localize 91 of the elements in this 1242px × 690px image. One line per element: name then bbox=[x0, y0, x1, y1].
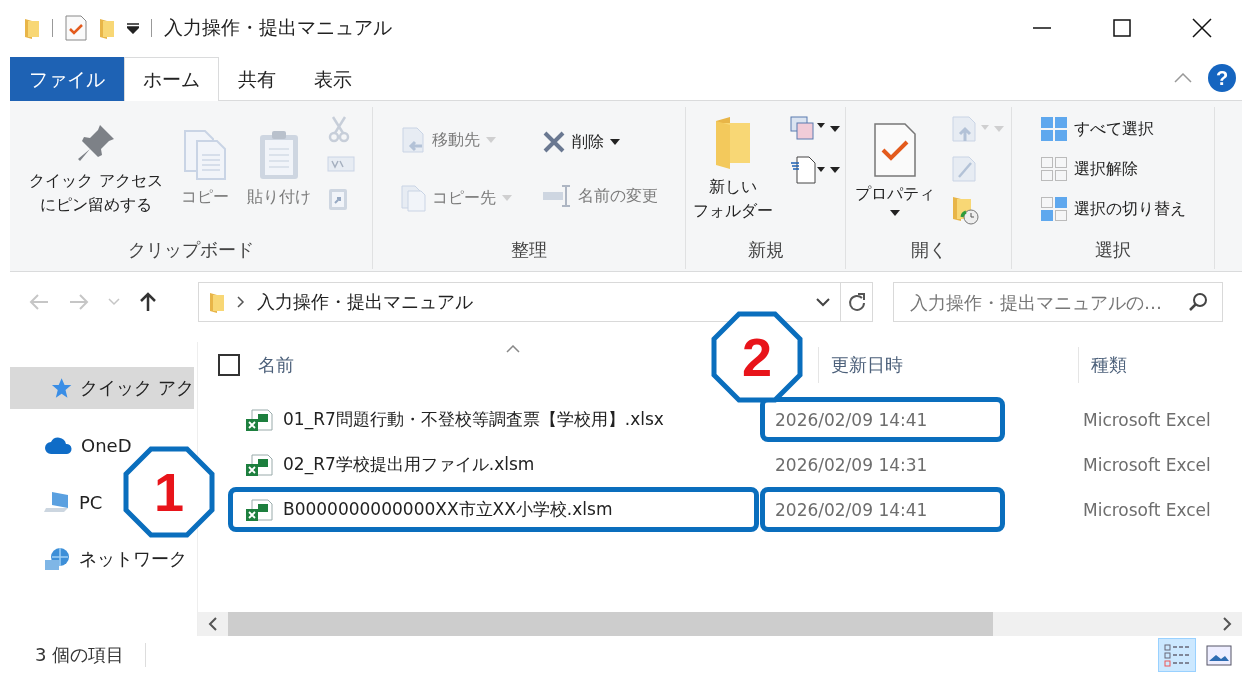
details-view-icon bbox=[1164, 642, 1190, 668]
file-type: Microsoft Excel bbox=[1083, 499, 1211, 520]
caret-icon bbox=[994, 126, 1004, 132]
chevron-down-icon bbox=[108, 298, 120, 306]
chevron-down-icon bbox=[816, 297, 830, 307]
chevron-right-icon bbox=[237, 296, 245, 308]
caret-icon bbox=[890, 210, 900, 216]
picture-view-icon bbox=[1206, 642, 1232, 668]
text-cursor-icon bbox=[542, 184, 572, 208]
sidebar-item[interactable]: ネットワーク bbox=[44, 538, 187, 580]
ribbon-button[interactable]: 選択の切り替え bbox=[1038, 192, 1188, 226]
file-name[interactable]: 01_R7問題行動・不登校等調査票【学校用】.xlsx bbox=[283, 408, 664, 431]
group-label: 選択 bbox=[1094, 238, 1132, 262]
spreadsheet-file-icon bbox=[245, 407, 273, 432]
checkmark-document-icon bbox=[65, 14, 87, 41]
modified-date: 2026/02/09 14:31 bbox=[775, 454, 928, 475]
minimize-icon bbox=[1033, 26, 1051, 29]
sidebar-item[interactable]: クイック アク bbox=[10, 367, 194, 409]
pencil-document-icon bbox=[951, 155, 977, 183]
select-all-checkbox[interactable] bbox=[218, 353, 240, 376]
caret-icon bbox=[486, 137, 496, 143]
grid-icon bbox=[1040, 196, 1068, 222]
folder-icon bbox=[713, 115, 753, 171]
horizontal-scrollbar[interactable] bbox=[198, 612, 1242, 636]
window-title: 入力操作・提出マニュアル bbox=[164, 14, 393, 40]
column-header[interactable]: 名前 bbox=[258, 352, 294, 377]
item-count: 3 個の項目 bbox=[0, 643, 146, 667]
callout-number: 2 bbox=[711, 311, 803, 403]
caret-icon bbox=[610, 139, 620, 145]
search-field[interactable]: 入力操作・提出マニュアルの… bbox=[893, 282, 1223, 322]
group-label: 開く bbox=[909, 238, 948, 262]
ribbon-button[interactable]: プロパティ bbox=[853, 120, 937, 218]
search-icon bbox=[1188, 292, 1208, 312]
folder-icon bbox=[209, 291, 225, 313]
modified-date: 2026/02/09 14:41 bbox=[775, 409, 928, 430]
scroll-left-icon bbox=[208, 617, 218, 631]
path-segment[interactable]: 入力操作・提出マニュアル bbox=[257, 290, 473, 314]
help-button[interactable]: ? bbox=[1208, 64, 1236, 92]
documents-icon bbox=[400, 184, 426, 212]
up-arrow-icon bbox=[138, 291, 158, 313]
scissors-icon bbox=[326, 115, 351, 143]
spreadsheet-file-icon bbox=[245, 452, 273, 477]
delete-icon bbox=[542, 130, 566, 154]
caret-icon bbox=[502, 195, 512, 201]
ribbon-button[interactable]: 削除 bbox=[540, 126, 660, 158]
folder-clock-icon bbox=[951, 195, 981, 225]
modified-date: 2026/02/09 14:41 bbox=[775, 499, 928, 520]
spreadsheet-file-icon bbox=[245, 497, 273, 522]
group-label: 新規 bbox=[746, 238, 785, 262]
star-icon bbox=[50, 376, 74, 400]
group-label: クリップボード bbox=[127, 238, 255, 262]
ribbon-tab[interactable]: ホーム bbox=[124, 57, 219, 101]
ribbon-button[interactable]: 新しい フォルダー bbox=[691, 113, 775, 225]
path-label-icon bbox=[326, 155, 355, 173]
document-arrow-icon bbox=[400, 126, 426, 154]
caret-icon bbox=[830, 167, 840, 173]
column-header[interactable]: 種類 bbox=[1078, 346, 1242, 383]
document-arrow-icon bbox=[951, 115, 991, 143]
ribbon-button[interactable]: 選択解除 bbox=[1038, 152, 1140, 186]
dropdown-icon bbox=[127, 21, 139, 34]
cloud-icon bbox=[44, 435, 74, 455]
grid-icon bbox=[1040, 116, 1068, 142]
file-type: Microsoft Excel bbox=[1083, 454, 1211, 475]
file-type: Microsoft Excel bbox=[1083, 409, 1211, 430]
caret-icon bbox=[830, 126, 840, 132]
chevron-up-icon bbox=[1174, 73, 1192, 83]
checkmark-document-icon bbox=[873, 122, 917, 178]
grid-icon bbox=[1040, 156, 1068, 182]
file-name[interactable]: 02_R7学校提出用ファイル.xlsm bbox=[283, 453, 535, 476]
group-label: 整理 bbox=[510, 238, 548, 262]
ribbon-tab[interactable]: 共有 bbox=[219, 57, 295, 101]
folder-icon bbox=[24, 16, 40, 39]
ribbon-button[interactable]: すべて選択 bbox=[1038, 112, 1156, 146]
maximize-icon bbox=[1113, 18, 1131, 37]
column-header[interactable]: 更新日時 bbox=[818, 346, 1078, 383]
details-view-button[interactable] bbox=[1158, 638, 1196, 672]
up-button[interactable] bbox=[138, 291, 158, 313]
ribbon-button[interactable]: クイック アクセス にピン留めする bbox=[27, 119, 165, 219]
file-name[interactable]: B0000000000000XX市立XX小学校.xlsm bbox=[283, 498, 613, 521]
close-icon bbox=[1192, 17, 1212, 38]
windows-icon bbox=[789, 115, 827, 143]
refresh-icon bbox=[847, 292, 866, 312]
folder-icon bbox=[99, 16, 115, 39]
forward-arrow-icon bbox=[68, 292, 90, 312]
scroll-right-icon bbox=[1222, 617, 1232, 631]
document-icon bbox=[789, 155, 827, 185]
sidebar-item[interactable]: PC bbox=[44, 481, 103, 523]
file-menu-tab[interactable]: ファイル bbox=[10, 57, 124, 101]
globe-icon bbox=[44, 546, 72, 572]
back-arrow-icon bbox=[28, 292, 50, 312]
ribbon-tab[interactable]: 表示 bbox=[295, 57, 371, 101]
